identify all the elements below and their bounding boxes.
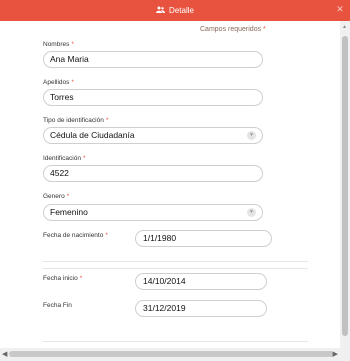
divider <box>43 261 308 262</box>
fecha-inicio-label-text: Fecha inicio <box>43 275 78 282</box>
nombres-label-text: Nombres <box>43 41 70 48</box>
fecha-fin-value: 31/12/2019 <box>143 303 186 313</box>
fecha-inicio-value: 14/10/2014 <box>143 276 186 286</box>
required-note: Campos requeridos * <box>200 26 266 33</box>
users-icon <box>156 6 166 15</box>
tipo-id-value: Cédula de Ciudadanía <box>50 130 135 140</box>
scroll-right-icon[interactable]: ▶ <box>333 350 338 358</box>
vertical-scroll-thumb[interactable] <box>342 36 348 336</box>
dialog-title-text: Detalle <box>169 6 194 15</box>
horizontal-scroll-thumb[interactable] <box>9 351 334 357</box>
vertical-scrollbar[interactable]: ▲ <box>340 21 350 348</box>
genero-select[interactable]: Femenino ▼ <box>43 204 263 221</box>
tipo-id-label-text: Tipo de identificación <box>43 117 104 124</box>
scroll-up-icon[interactable]: ▲ <box>342 24 347 30</box>
nombres-input[interactable]: Ana Maria <box>43 51 263 68</box>
required-star: * <box>105 232 108 239</box>
fecha-fin-label: Fecha Fin <box>43 302 72 309</box>
scroll-left-icon[interactable]: ◀ <box>2 350 7 358</box>
tipo-id-label: Tipo de identificación * <box>43 117 108 124</box>
tipo-id-select[interactable]: Cédula de Ciudadanía ▼ <box>43 127 263 144</box>
required-star: * <box>82 155 86 162</box>
fecha-nacimiento-label-text: Fecha de nacimiento <box>43 232 104 239</box>
genero-value: Femenino <box>50 207 88 217</box>
identificacion-label-text: Identificación <box>43 155 81 162</box>
fecha-nacimiento-value: 1/1/1980 <box>143 233 177 243</box>
identificacion-label: Identificación * <box>43 155 85 162</box>
required-star: * <box>263 26 266 33</box>
fecha-fin-label-text: Fecha Fin <box>43 302 72 309</box>
identificacion-input[interactable]: 4522 <box>43 165 263 182</box>
apellidos-value: Torres <box>50 92 74 102</box>
genero-label: Genero * <box>43 193 69 200</box>
nombres-label: Nombres * <box>43 41 74 48</box>
required-note-text: Campos requeridos <box>200 26 262 33</box>
fecha-inicio-input[interactable]: 14/10/2014 <box>135 273 267 290</box>
form-container: Campos requeridos * Nombres * Ana Maria A… <box>0 21 340 348</box>
genero-label-text: Genero <box>43 193 65 200</box>
chevron-down-icon[interactable]: ▼ <box>247 131 256 140</box>
divider <box>43 341 308 342</box>
dialog-header: Detalle ✕ <box>0 0 350 21</box>
required-star: * <box>66 193 70 200</box>
required-star: * <box>79 275 83 282</box>
divider <box>43 268 308 269</box>
required-star: * <box>105 117 109 124</box>
fecha-nacimiento-label: Fecha de nacimiento * <box>43 232 108 239</box>
apellidos-label-text: Apellidos <box>43 79 70 86</box>
nombres-value: Ana Maria <box>50 54 89 64</box>
fecha-inicio-label: Fecha inicio * <box>43 275 82 282</box>
fecha-fin-input[interactable]: 31/12/2019 <box>135 300 267 317</box>
apellidos-input[interactable]: Torres <box>43 89 263 106</box>
horizontal-scrollbar[interactable]: ◀ ▶ <box>0 348 350 361</box>
required-star: * <box>71 79 74 86</box>
apellidos-label: Apellidos * <box>43 79 74 86</box>
identificacion-value: 4522 <box>50 168 69 178</box>
dialog-title: Detalle <box>0 0 350 21</box>
close-icon[interactable]: ✕ <box>334 3 346 15</box>
fecha-nacimiento-input[interactable]: 1/1/1980 <box>135 230 272 247</box>
required-star: * <box>71 41 74 48</box>
chevron-down-icon[interactable]: ▼ <box>247 208 256 217</box>
